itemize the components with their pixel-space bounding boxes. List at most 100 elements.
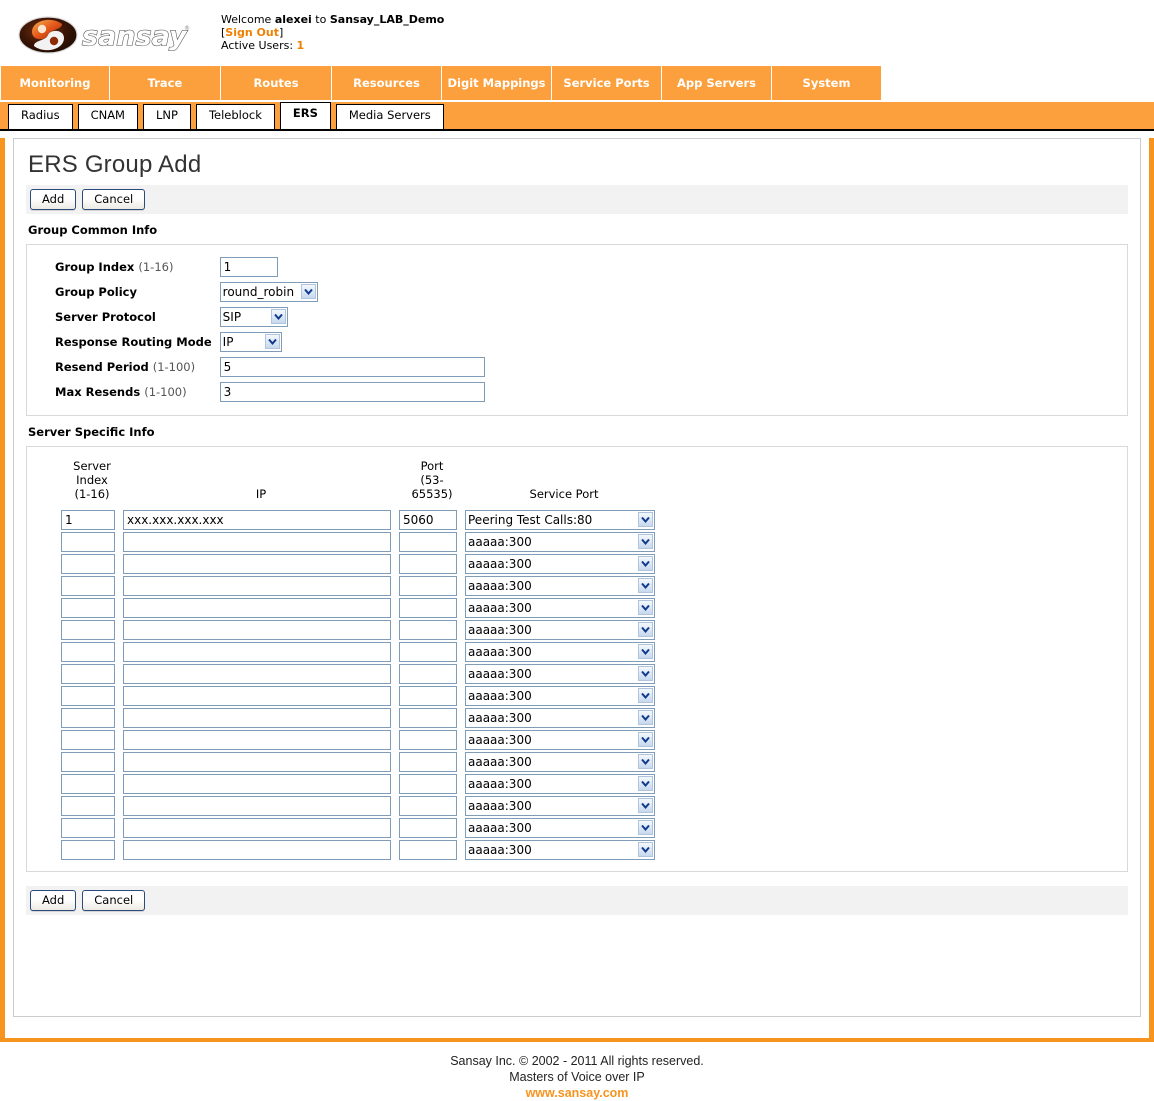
server-ip-input-row-12[interactable] [123,752,391,772]
server-ip-input-row-3[interactable] [123,554,391,574]
server-ip-input-row-16[interactable] [123,840,391,860]
sign-out-link[interactable]: Sign Out [225,26,279,39]
server-port-input-row-10[interactable] [399,708,457,728]
service-port-select-row-2[interactable]: Peering Test Calls:80aaaaa:300 [465,532,655,552]
resend-period-input[interactable] [219,357,485,377]
server-index-input-row-3[interactable] [61,554,115,574]
service-port-select-row-7[interactable]: Peering Test Calls:80aaaaa:300 [465,642,655,662]
cell-group-index-input [219,255,485,280]
server-ip-input-row-5[interactable] [123,598,391,618]
server-port-input-row-12[interactable] [399,752,457,772]
server-ip-input-row-6[interactable] [123,620,391,640]
server-index-input-row-11[interactable] [61,730,115,750]
server-port-input-row-7[interactable] [399,642,457,662]
service-port-select-row-3[interactable]: Peering Test Calls:80aaaaa:300 [465,554,655,574]
server-ip-input-row-4[interactable] [123,576,391,596]
group-policy-select[interactable]: round_robin [219,282,318,302]
server-index-input-row-15[interactable] [61,818,115,838]
server-index-input-row-5[interactable] [61,598,115,618]
service-port-select-row-4[interactable]: Peering Test Calls:80aaaaa:300 [465,576,655,596]
server-index-input-row-6[interactable] [61,620,115,640]
add-button-bottom[interactable]: Add [30,890,77,911]
server-ip-input-row-2[interactable] [123,532,391,552]
server-index-input-row-16[interactable] [61,840,115,860]
cell-server-ip [123,839,399,861]
service-port-select-row-12[interactable]: Peering Test Calls:80aaaaa:300 [465,752,655,772]
server-ip-input-row-8[interactable] [123,664,391,684]
service-port-select-row-15[interactable]: Peering Test Calls:80aaaaa:300 [465,818,655,838]
footer-website-link[interactable]: www.sansay.com [0,1085,1154,1101]
main-nav-item-resources[interactable]: Resources [332,66,442,100]
main-nav-item-service-ports[interactable]: Service Ports [552,66,662,100]
server-port-input-row-11[interactable] [399,730,457,750]
service-port-select-row-6[interactable]: Peering Test Calls:80aaaaa:300 [465,620,655,640]
server-ip-input-row-1[interactable] [123,510,391,530]
server-port-input-row-15[interactable] [399,818,457,838]
sub-nav-item-ers[interactable]: ERS [279,102,331,129]
main-nav-item-digit-mappings[interactable]: Digit Mappings [442,66,552,100]
sub-nav-item-media-servers[interactable]: Media Servers [335,104,444,129]
server-index-input-row-10[interactable] [61,708,115,728]
sub-nav-item-teleblock[interactable]: Teleblock [195,104,275,129]
cancel-button-bottom[interactable]: Cancel [82,890,146,911]
server-index-input-row-7[interactable] [61,642,115,662]
server-port-input-row-1[interactable] [399,510,457,530]
service-port-select-row-13[interactable]: Peering Test Calls:80aaaaa:300 [465,774,655,794]
service-port-select-row-14[interactable]: Peering Test Calls:80aaaaa:300 [465,796,655,816]
service-port-select-row-8[interactable]: Peering Test Calls:80aaaaa:300 [465,664,655,684]
service-port-select-row-9[interactable]: Peering Test Calls:80aaaaa:300 [465,686,655,706]
max-resends-input[interactable] [219,382,485,402]
server-port-input-row-2[interactable] [399,532,457,552]
sansay-logo[interactable]: sansay ® [18,14,190,56]
cell-server-port [399,509,465,531]
service-port-select-row-11[interactable]: Peering Test Calls:80aaaaa:300 [465,730,655,750]
server-port-input-row-9[interactable] [399,686,457,706]
form-row-response-routing-mode: Response Routing Mode IP [39,330,485,355]
server-port-input-row-16[interactable] [399,840,457,860]
server-ip-input-row-15[interactable] [123,818,391,838]
service-port-select-row-10[interactable]: Peering Test Calls:80aaaaa:300 [465,708,655,728]
main-nav-item-trace[interactable]: Trace [110,66,221,100]
server-port-input-row-5[interactable] [399,598,457,618]
service-port-select-row-5[interactable]: Peering Test Calls:80aaaaa:300 [465,598,655,618]
server-protocol-select[interactable]: SIP [219,307,288,327]
server-index-input-row-4[interactable] [61,576,115,596]
server-index-input-row-1[interactable] [61,510,115,530]
sub-nav-item-radius[interactable]: Radius [8,104,73,129]
server-ip-input-row-7[interactable] [123,642,391,662]
main-nav-item-routes[interactable]: Routes [221,66,332,100]
server-index-input-row-8[interactable] [61,664,115,684]
main-nav-item-system[interactable]: System [772,66,882,100]
label-server-protocol-text: Server Protocol [55,310,156,324]
cell-service-port: Peering Test Calls:80aaaaa:300 [465,773,663,795]
sub-nav-item-lnp[interactable]: LNP [142,104,191,129]
main-nav-item-monitoring[interactable]: Monitoring [0,66,110,100]
table-row: Peering Test Calls:80aaaaa:300 [61,509,663,531]
group-index-input[interactable] [219,257,278,277]
server-port-input-row-3[interactable] [399,554,457,574]
server-index-input-row-12[interactable] [61,752,115,772]
sub-nav-item-cnam[interactable]: CNAM [77,104,138,129]
add-button-top[interactable]: Add [30,189,77,210]
response-routing-mode-select[interactable]: IP [219,332,282,352]
service-port-select-row-16[interactable]: Peering Test Calls:80aaaaa:300 [465,840,655,860]
server-index-input-row-9[interactable] [61,686,115,706]
cell-server-port [399,729,465,751]
server-port-input-row-4[interactable] [399,576,457,596]
server-index-input-row-13[interactable] [61,774,115,794]
service-port-select-row-1[interactable]: Peering Test Calls:80aaaaa:300 [465,510,655,530]
server-ip-input-row-11[interactable] [123,730,391,750]
server-index-input-row-14[interactable] [61,796,115,816]
main-nav-item-app-servers[interactable]: App Servers [662,66,772,100]
server-ip-input-row-13[interactable] [123,774,391,794]
server-port-input-row-6[interactable] [399,620,457,640]
server-port-input-row-13[interactable] [399,774,457,794]
server-ip-input-row-9[interactable] [123,686,391,706]
server-port-input-row-8[interactable] [399,664,457,684]
server-index-input-row-2[interactable] [61,532,115,552]
server-ip-input-row-14[interactable] [123,796,391,816]
server-ip-input-row-10[interactable] [123,708,391,728]
server-port-input-row-14[interactable] [399,796,457,816]
table-row: Peering Test Calls:80aaaaa:300 [61,795,663,817]
cancel-button-top[interactable]: Cancel [82,189,146,210]
